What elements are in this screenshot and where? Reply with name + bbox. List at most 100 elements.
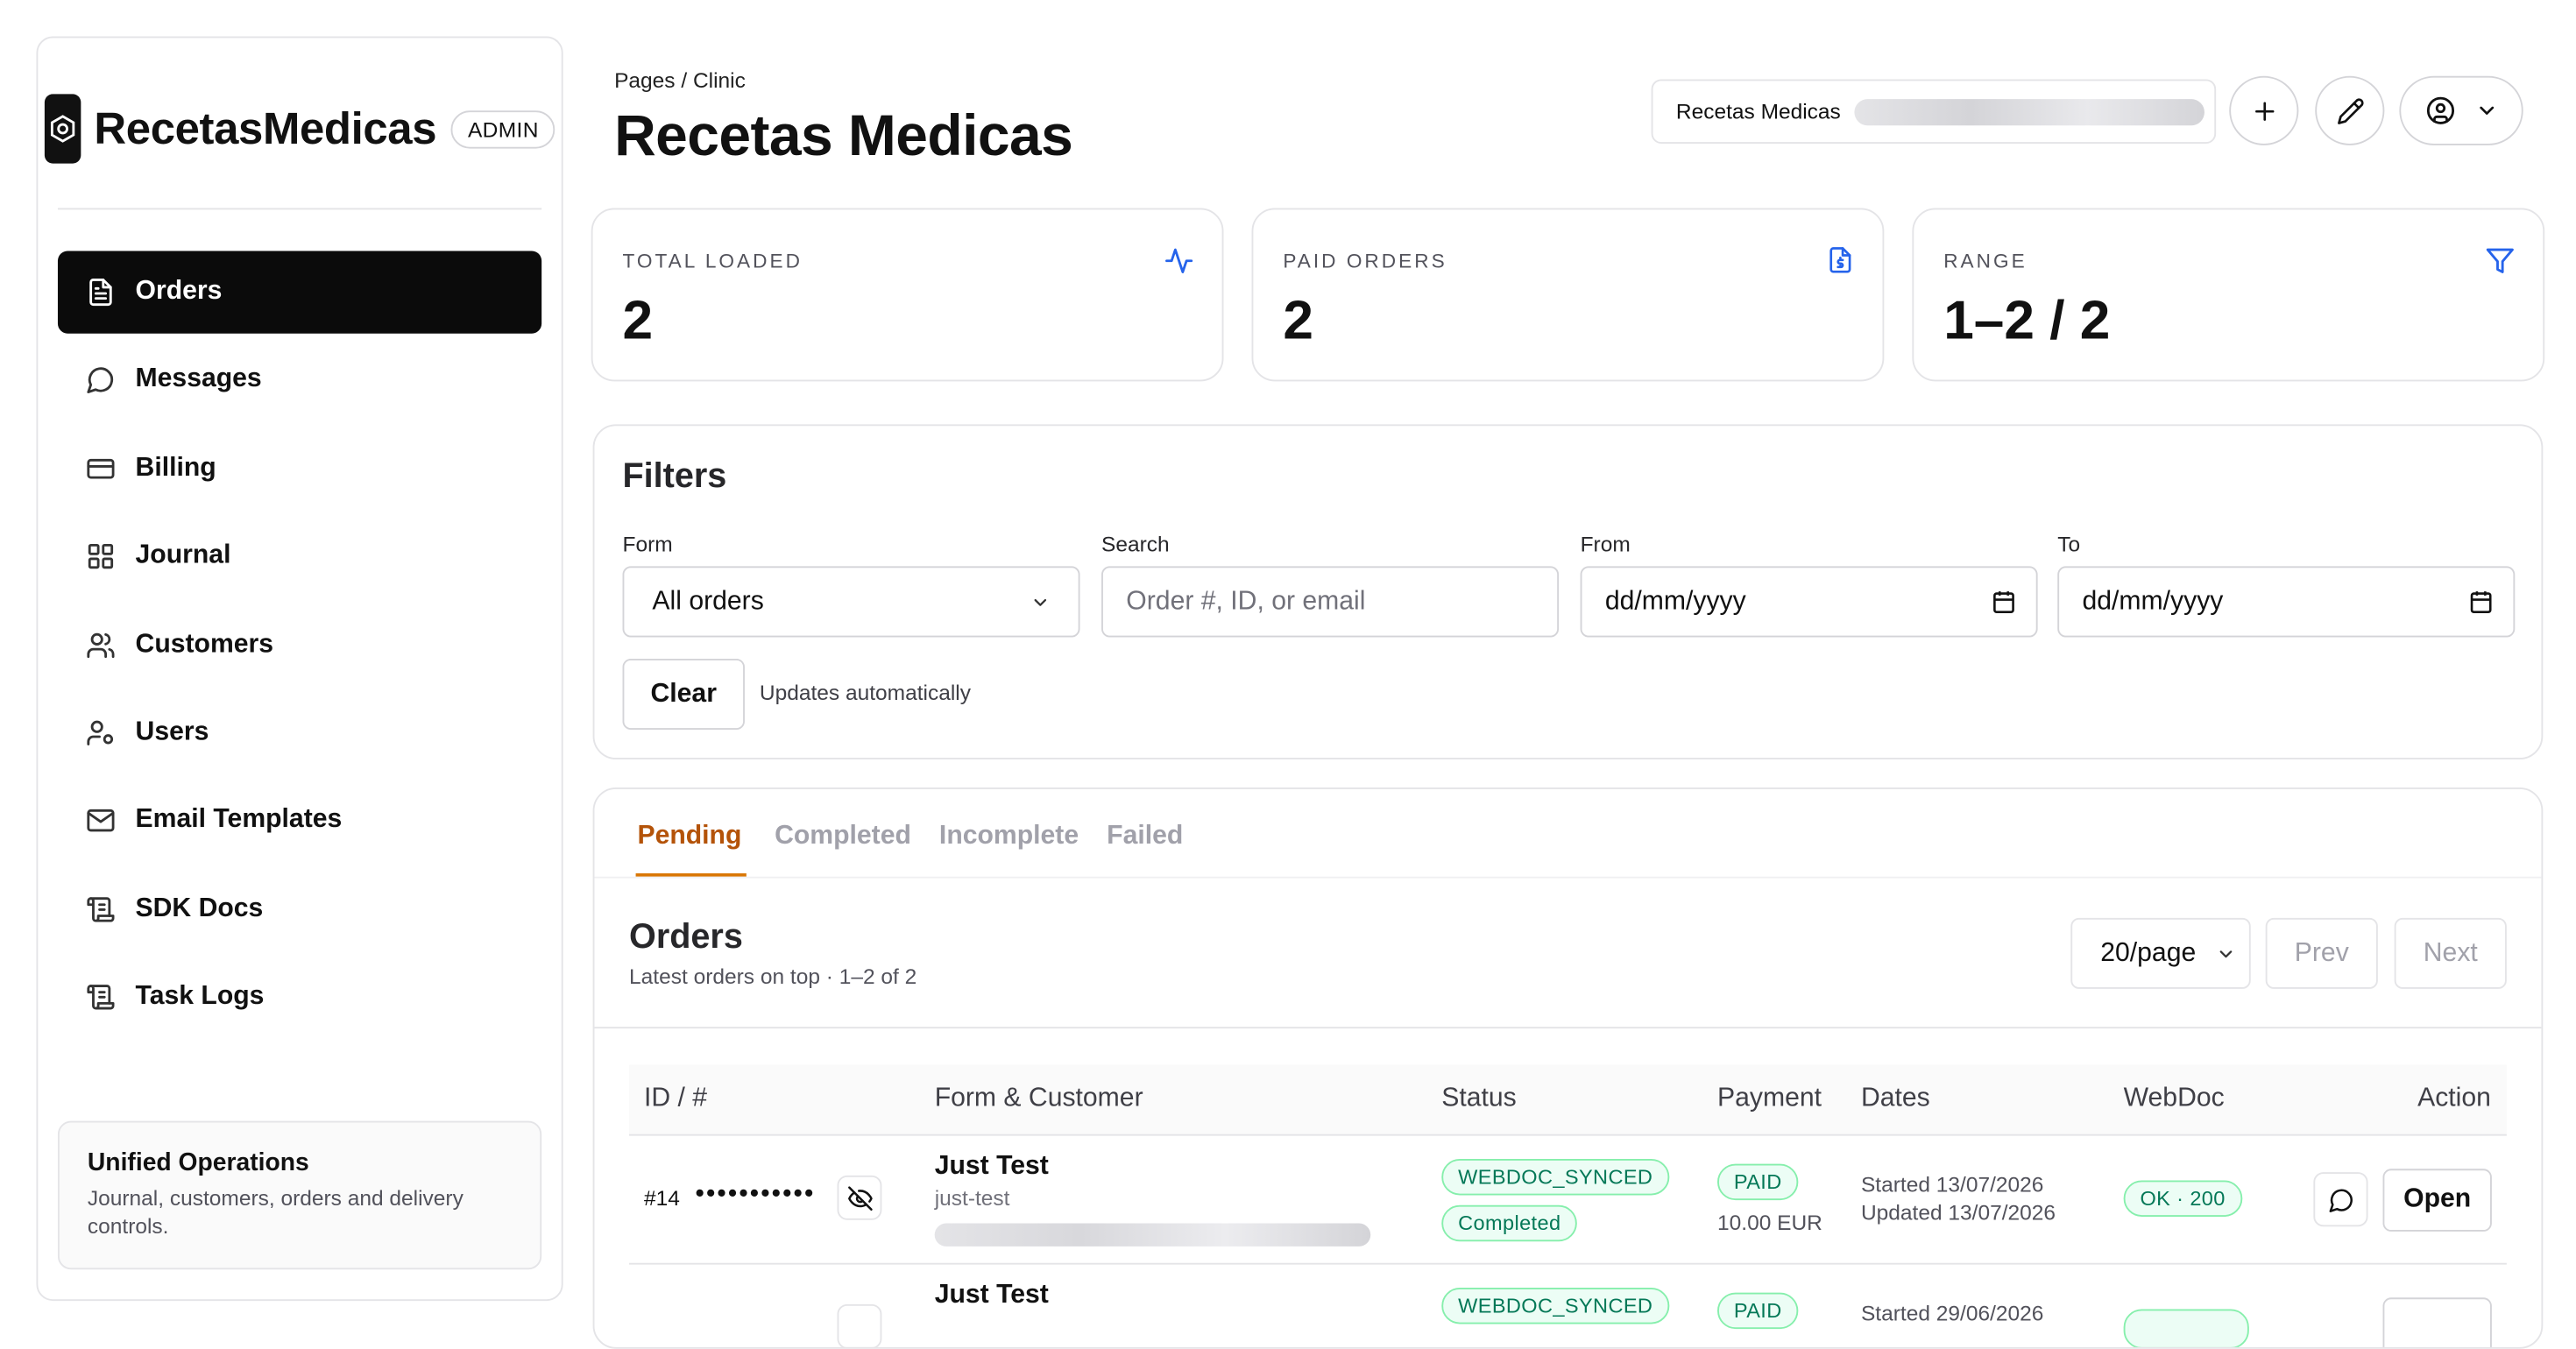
stat-value: 1–2 / 2 bbox=[1943, 288, 2111, 350]
page-title: Recetas Medicas bbox=[614, 103, 1073, 169]
sidebar-item-journal[interactable]: Journal bbox=[58, 515, 541, 597]
redacted-context-detail bbox=[1853, 98, 2204, 125]
add-button[interactable] bbox=[2229, 75, 2299, 145]
tab-failed[interactable]: Failed bbox=[1107, 821, 1183, 877]
form-name: Just Test bbox=[934, 1152, 1049, 1181]
orders-panel: Pending Completed Incomplete Failed Orde… bbox=[592, 787, 2544, 1349]
tab-incomplete[interactable]: Incomplete bbox=[939, 821, 1079, 877]
sidebar-item-messages[interactable]: Messages bbox=[58, 339, 541, 421]
column-payment: Payment bbox=[1717, 1084, 1822, 1113]
column-action: Action bbox=[2417, 1084, 2491, 1113]
sidebar-item-sdk-docs[interactable]: SDK Docs bbox=[58, 868, 541, 950]
file-text-icon bbox=[86, 278, 116, 307]
sidebar-item-task-logs[interactable]: Task Logs bbox=[58, 956, 541, 1038]
status-badge: WEBDOC_SYNCED bbox=[1441, 1288, 1670, 1324]
status-tabs: Pending Completed Incomplete Failed bbox=[635, 821, 1183, 877]
auto-update-note: Updates automatically bbox=[759, 680, 971, 705]
stat-label: TOTAL LOADED bbox=[622, 249, 803, 272]
footer-card-title: Unified Operations bbox=[87, 1148, 309, 1177]
chevron-down-icon bbox=[2479, 106, 2494, 115]
sidebar-item-users[interactable]: Users bbox=[58, 692, 541, 774]
scroll-text-icon bbox=[86, 983, 116, 1013]
status-badge: WEBDOC_SYNCED bbox=[1441, 1159, 1670, 1196]
stat-card-total-loaded: TOTAL LOADED 2 bbox=[591, 208, 1224, 382]
admin-badge: ADMIN bbox=[451, 109, 556, 148]
account-menu-button[interactable] bbox=[2399, 75, 2523, 145]
stat-value: 2 bbox=[622, 288, 654, 350]
edit-button[interactable] bbox=[2315, 75, 2385, 145]
sidebar-item-label: Customers bbox=[135, 630, 274, 659]
search-label: Search bbox=[1101, 531, 1170, 557]
brand-name: RecetasMedicas bbox=[94, 102, 437, 153]
to-date-input[interactable]: dd/mm/yyyy bbox=[2057, 566, 2516, 638]
status-badge: Completed bbox=[1441, 1204, 1578, 1242]
sidebar-item-orders[interactable]: Orders bbox=[57, 251, 542, 334]
form-select-value: All orders bbox=[652, 586, 764, 616]
sidebar-item-label: Task Logs bbox=[135, 982, 265, 1011]
sidebar-item-billing[interactable]: Billing bbox=[58, 427, 541, 510]
column-dates: Dates bbox=[1860, 1084, 1930, 1113]
clear-button[interactable]: Clear bbox=[622, 658, 745, 731]
next-button[interactable]: Next bbox=[2394, 917, 2507, 989]
form-select[interactable]: All orders bbox=[622, 566, 1080, 638]
webdoc-badge bbox=[2123, 1309, 2249, 1347]
context-name: Recetas Medicas bbox=[1675, 99, 1841, 124]
from-date-input[interactable]: dd/mm/yyyy bbox=[1580, 566, 2038, 638]
sidebar-item-label: Journal bbox=[135, 541, 231, 570]
form-label: Form bbox=[622, 531, 673, 557]
sidebar-item-label: SDK Docs bbox=[135, 893, 264, 923]
user-circle-icon bbox=[2425, 96, 2454, 124]
from-label: From bbox=[1580, 531, 1631, 557]
pencil-icon bbox=[2337, 97, 2363, 124]
tabs-divider bbox=[594, 876, 2542, 879]
context-selector[interactable]: Recetas Medicas bbox=[1651, 79, 2217, 144]
from-filter: From dd/mm/yyyy bbox=[1580, 531, 2038, 638]
order-number: #14 bbox=[644, 1185, 680, 1211]
page-size-select[interactable]: 20/page bbox=[2070, 917, 2251, 989]
to-filter: To dd/mm/yyyy bbox=[2057, 532, 2516, 638]
user-cog-icon bbox=[86, 718, 116, 748]
calendar-icon[interactable] bbox=[1992, 590, 2016, 614]
webdoc-badge: OK · 200 bbox=[2123, 1180, 2242, 1217]
table-row: #14 ••••••••••• Just Test just-test WEBD… bbox=[629, 1136, 2507, 1265]
plus-icon bbox=[2254, 101, 2274, 120]
form-filter: Form All orders bbox=[622, 531, 1080, 638]
tab-completed[interactable]: Completed bbox=[775, 821, 911, 877]
search-placeholder: Order #, ID, or email bbox=[1126, 586, 1366, 616]
chevron-down-icon bbox=[2219, 950, 2233, 957]
started-date: Started 13/07/2026 bbox=[1860, 1172, 2044, 1197]
sidebar-item-email-templates[interactable]: Email Templates bbox=[58, 780, 541, 862]
eye-off-icon bbox=[847, 1185, 872, 1211]
calendar-icon[interactable] bbox=[2469, 590, 2494, 614]
credit-card-icon bbox=[86, 454, 116, 484]
orders-table-header: ID / # Form & Customer Status Payment Da… bbox=[629, 1064, 2507, 1136]
prev-button[interactable]: Prev bbox=[2265, 917, 2378, 989]
orders-divider bbox=[594, 1027, 2542, 1029]
breadcrumb: Pages / Clinic bbox=[614, 67, 746, 93]
stat-value: 2 bbox=[1283, 288, 1313, 350]
reveal-id-button[interactable] bbox=[837, 1175, 882, 1220]
activity-icon bbox=[1164, 246, 1194, 276]
form-name: Just Test bbox=[934, 1281, 1049, 1310]
brand[interactable]: RecetasMedicas ADMIN bbox=[44, 94, 556, 164]
column-webdoc: WebDoc bbox=[2123, 1084, 2225, 1113]
open-order-button[interactable] bbox=[2382, 1297, 2492, 1347]
tab-pending[interactable]: Pending bbox=[635, 821, 747, 877]
sidebar-item-customers[interactable]: Customers bbox=[58, 604, 541, 686]
file-dollar-icon bbox=[1826, 246, 1854, 274]
page-size-value: 20/page bbox=[2100, 938, 2197, 967]
stat-label: RANGE bbox=[1943, 249, 2028, 272]
filters-panel: Filters Form All orders Search Order #, … bbox=[592, 424, 2544, 759]
filters-title: Filters bbox=[622, 457, 727, 496]
message-circle-icon bbox=[86, 365, 116, 395]
sidebar-nav: Orders Messages Billing Journal Customer… bbox=[57, 251, 542, 1044]
open-order-button[interactable]: Open bbox=[2382, 1169, 2492, 1232]
sidebar-item-label: Email Templates bbox=[135, 806, 343, 835]
message-button[interactable] bbox=[2313, 1172, 2368, 1227]
redacted-customer-email bbox=[934, 1223, 1371, 1247]
sidebar-item-label: Messages bbox=[135, 365, 262, 394]
sidebar: RecetasMedicas ADMIN Orders Messages Bil… bbox=[36, 36, 563, 1302]
reveal-id-button[interactable] bbox=[837, 1303, 882, 1347]
search-input[interactable]: Order #, ID, or email bbox=[1101, 566, 1560, 638]
orders-title: Orders bbox=[629, 917, 743, 957]
